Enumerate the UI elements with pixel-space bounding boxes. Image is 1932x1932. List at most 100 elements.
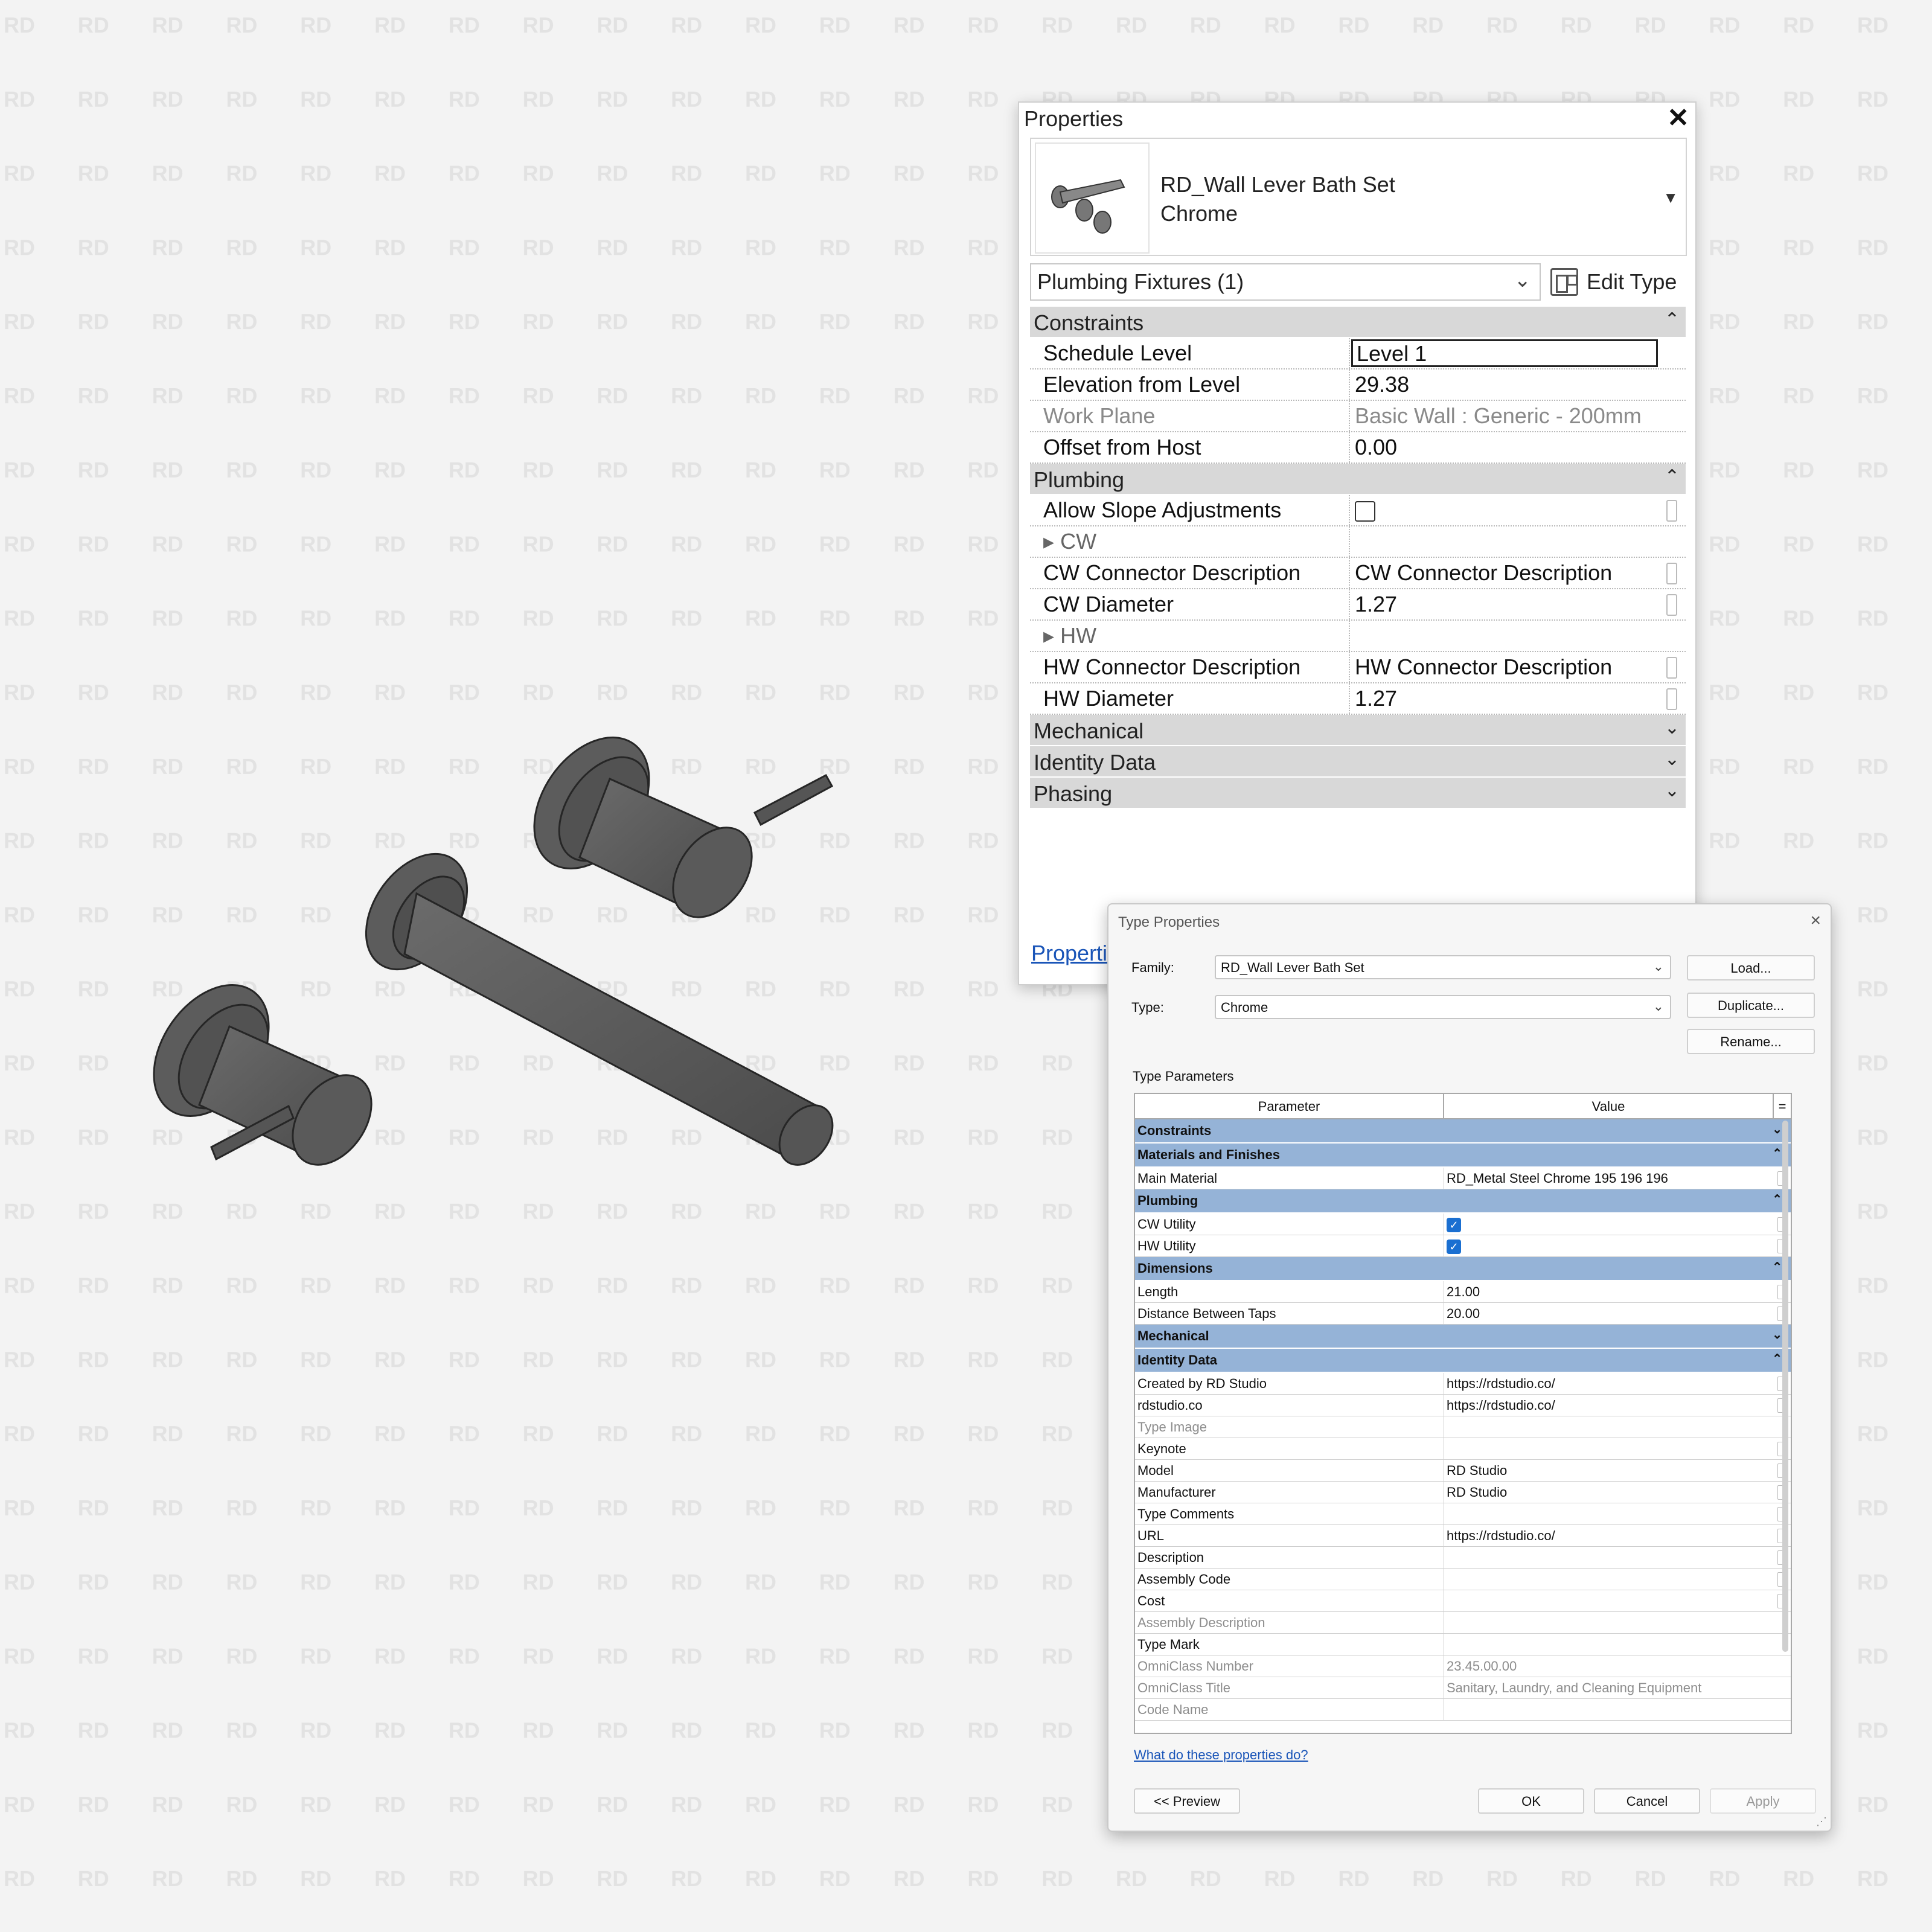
param-value[interactable] [1444,1547,1774,1568]
expand-icon[interactable]: ▸ [1043,529,1060,554]
param-value[interactable]: 20.00 [1444,1303,1774,1324]
expand-icon[interactable]: ⌄ [1665,717,1680,738]
apply-button[interactable]: Apply [1710,1788,1816,1814]
param-name: URL [1135,1525,1444,1546]
group-materials[interactable]: Materials and Finishes ⌃ [1135,1144,1791,1168]
param-value[interactable]: https://rdstudio.co/ [1444,1373,1774,1394]
group-mechanical[interactable]: Mechanical ⌄ [1030,715,1686,746]
ok-button[interactable]: OK [1478,1788,1584,1814]
group-mechanical[interactable]: Mechanical ⌄ [1135,1325,1791,1349]
param-value[interactable] [1444,1503,1774,1524]
collapse-icon[interactable]: ⌃ [1665,466,1680,487]
param-value[interactable]: RD Studio [1444,1482,1774,1503]
param-row: Offset from Host 0.00 [1030,432,1686,464]
collapse-icon[interactable]: ⌃ [1665,309,1680,330]
close-icon[interactable]: ✕ [1667,105,1689,132]
group-dimensions[interactable]: Dimensions ⌃ [1135,1257,1791,1281]
param-extra[interactable] [1658,683,1686,714]
param-value[interactable]: RD_Metal Steel Chrome 195 196 196 [1444,1168,1774,1189]
category-filter-select[interactable]: Plumbing Fixtures (1) ⌄ [1030,263,1541,301]
cw-utility-checkbox[interactable]: ✓ [1447,1218,1461,1232]
param-name: Elevation from Level [1030,369,1350,400]
param-value[interactable] [1444,1590,1774,1611]
param-value[interactable]: https://rdstudio.co/ [1444,1525,1774,1546]
dialog-title: Type Properties [1118,914,1220,930]
param-value[interactable]: ✓ [1444,1214,1774,1235]
group-phasing[interactable]: Phasing ⌄ [1030,778,1686,809]
param-value[interactable]: https://rdstudio.co/ [1444,1395,1774,1416]
group-label: Plumbing [1034,467,1125,492]
associate-param-icon[interactable] [1666,563,1677,584]
associate-param-icon[interactable] [1666,688,1677,710]
param-value[interactable] [1444,1438,1774,1459]
param-value[interactable]: 0.00 [1350,432,1658,462]
expand-icon[interactable]: ▸ [1043,623,1060,648]
param-value[interactable]: RD Studio [1444,1460,1774,1481]
active-input[interactable]: Level 1 [1351,339,1658,367]
col-value[interactable]: Value [1444,1094,1774,1118]
properties-help-link[interactable]: Properti [1031,941,1107,966]
connector-hw[interactable]: ▸ HW [1030,621,1350,651]
hw-utility-checkbox[interactable]: ✓ [1447,1239,1461,1254]
param-name: Type Image [1135,1416,1444,1438]
param-value[interactable]: 21.00 [1444,1281,1774,1302]
group-plumbing[interactable]: Plumbing ⌃ [1135,1189,1791,1214]
param-extra [1658,432,1686,462]
type-select[interactable]: Chrome ⌄ [1215,995,1671,1019]
expand-icon[interactable]: ⌄ [1772,1327,1782,1342]
close-icon[interactable]: × [1810,910,1821,931]
load-button[interactable]: Load... [1687,955,1815,980]
dropdown-triangle-icon[interactable]: ▼ [1663,188,1678,207]
edit-type-button[interactable]: Edit Type [1550,263,1677,301]
col-eq[interactable]: = [1774,1094,1791,1118]
group-identity-data[interactable]: Identity Data ⌃ [1135,1349,1791,1373]
param-name: Code Name [1135,1699,1444,1720]
duplicate-button[interactable]: Duplicate... [1687,993,1815,1018]
param-value[interactable] [1350,495,1658,525]
param-extra[interactable] [1658,652,1686,682]
cancel-button[interactable]: Cancel [1594,1788,1700,1814]
family-select[interactable]: RD_Wall Lever Bath Set ⌄ [1215,955,1671,979]
param-extra[interactable] [1658,589,1686,619]
param-value[interactable] [1444,1569,1774,1590]
param-value[interactable]: CW Connector Description [1350,558,1658,588]
expand-icon[interactable]: ⌄ [1665,780,1680,801]
associate-param-icon[interactable] [1666,657,1677,679]
group-plumbing[interactable]: Plumbing ⌃ [1030,464,1686,495]
group-constraints[interactable]: Constraints ⌃ [1030,307,1686,338]
group-identity-data[interactable]: Identity Data ⌄ [1030,746,1686,778]
expand-icon[interactable]: ⌄ [1665,749,1680,770]
allow-slope-checkbox[interactable] [1355,501,1375,522]
collapse-icon[interactable]: ⌃ [1772,1351,1782,1366]
param-value[interactable]: 1.27 [1350,683,1658,714]
collapse-icon[interactable]: ⌃ [1772,1192,1782,1207]
associate-param-icon[interactable] [1666,594,1677,616]
resize-grip-icon[interactable]: ⋰ [1816,1815,1827,1828]
param-extra[interactable] [1658,495,1686,525]
param-value [1444,1416,1774,1438]
expand-icon[interactable]: ⌄ [1772,1122,1782,1137]
category-filter-value: Plumbing Fixtures (1) [1037,269,1244,294]
col-parameter[interactable]: Parameter [1135,1094,1444,1118]
preview-button[interactable]: << Preview [1134,1788,1240,1814]
param-value[interactable]: 1.27 [1350,589,1658,619]
param-value[interactable] [1444,1634,1774,1655]
connector-cw[interactable]: ▸ CW [1030,526,1350,557]
param-value[interactable]: ✓ [1444,1235,1774,1256]
edit-type-icon [1550,268,1578,296]
param-value[interactable]: 29.38 [1350,369,1658,400]
group-constraints[interactable]: Constraints ⌄ [1135,1119,1791,1144]
rename-button[interactable]: Rename... [1687,1029,1815,1054]
help-link[interactable]: What do these properties do? [1134,1747,1308,1763]
type-selector[interactable]: RD_Wall Lever Bath Set Chrome ▼ [1030,138,1687,256]
param-value[interactable]: HW Connector Description [1350,652,1658,682]
table-row: CW Utility ✓ [1135,1214,1791,1235]
param-name: Assembly Description [1135,1612,1444,1633]
table-scrollbar[interactable] [1782,1121,1788,1652]
param-extra[interactable] [1658,558,1686,588]
collapse-icon[interactable]: ⌃ [1772,1259,1782,1275]
schedule-level-input[interactable]: Level 1 [1350,338,1658,368]
instance-properties-grid: Constraints ⌃ Schedule Level Level 1 Ele… [1030,307,1686,809]
collapse-icon[interactable]: ⌃ [1772,1146,1782,1161]
associate-param-icon[interactable] [1666,500,1677,522]
